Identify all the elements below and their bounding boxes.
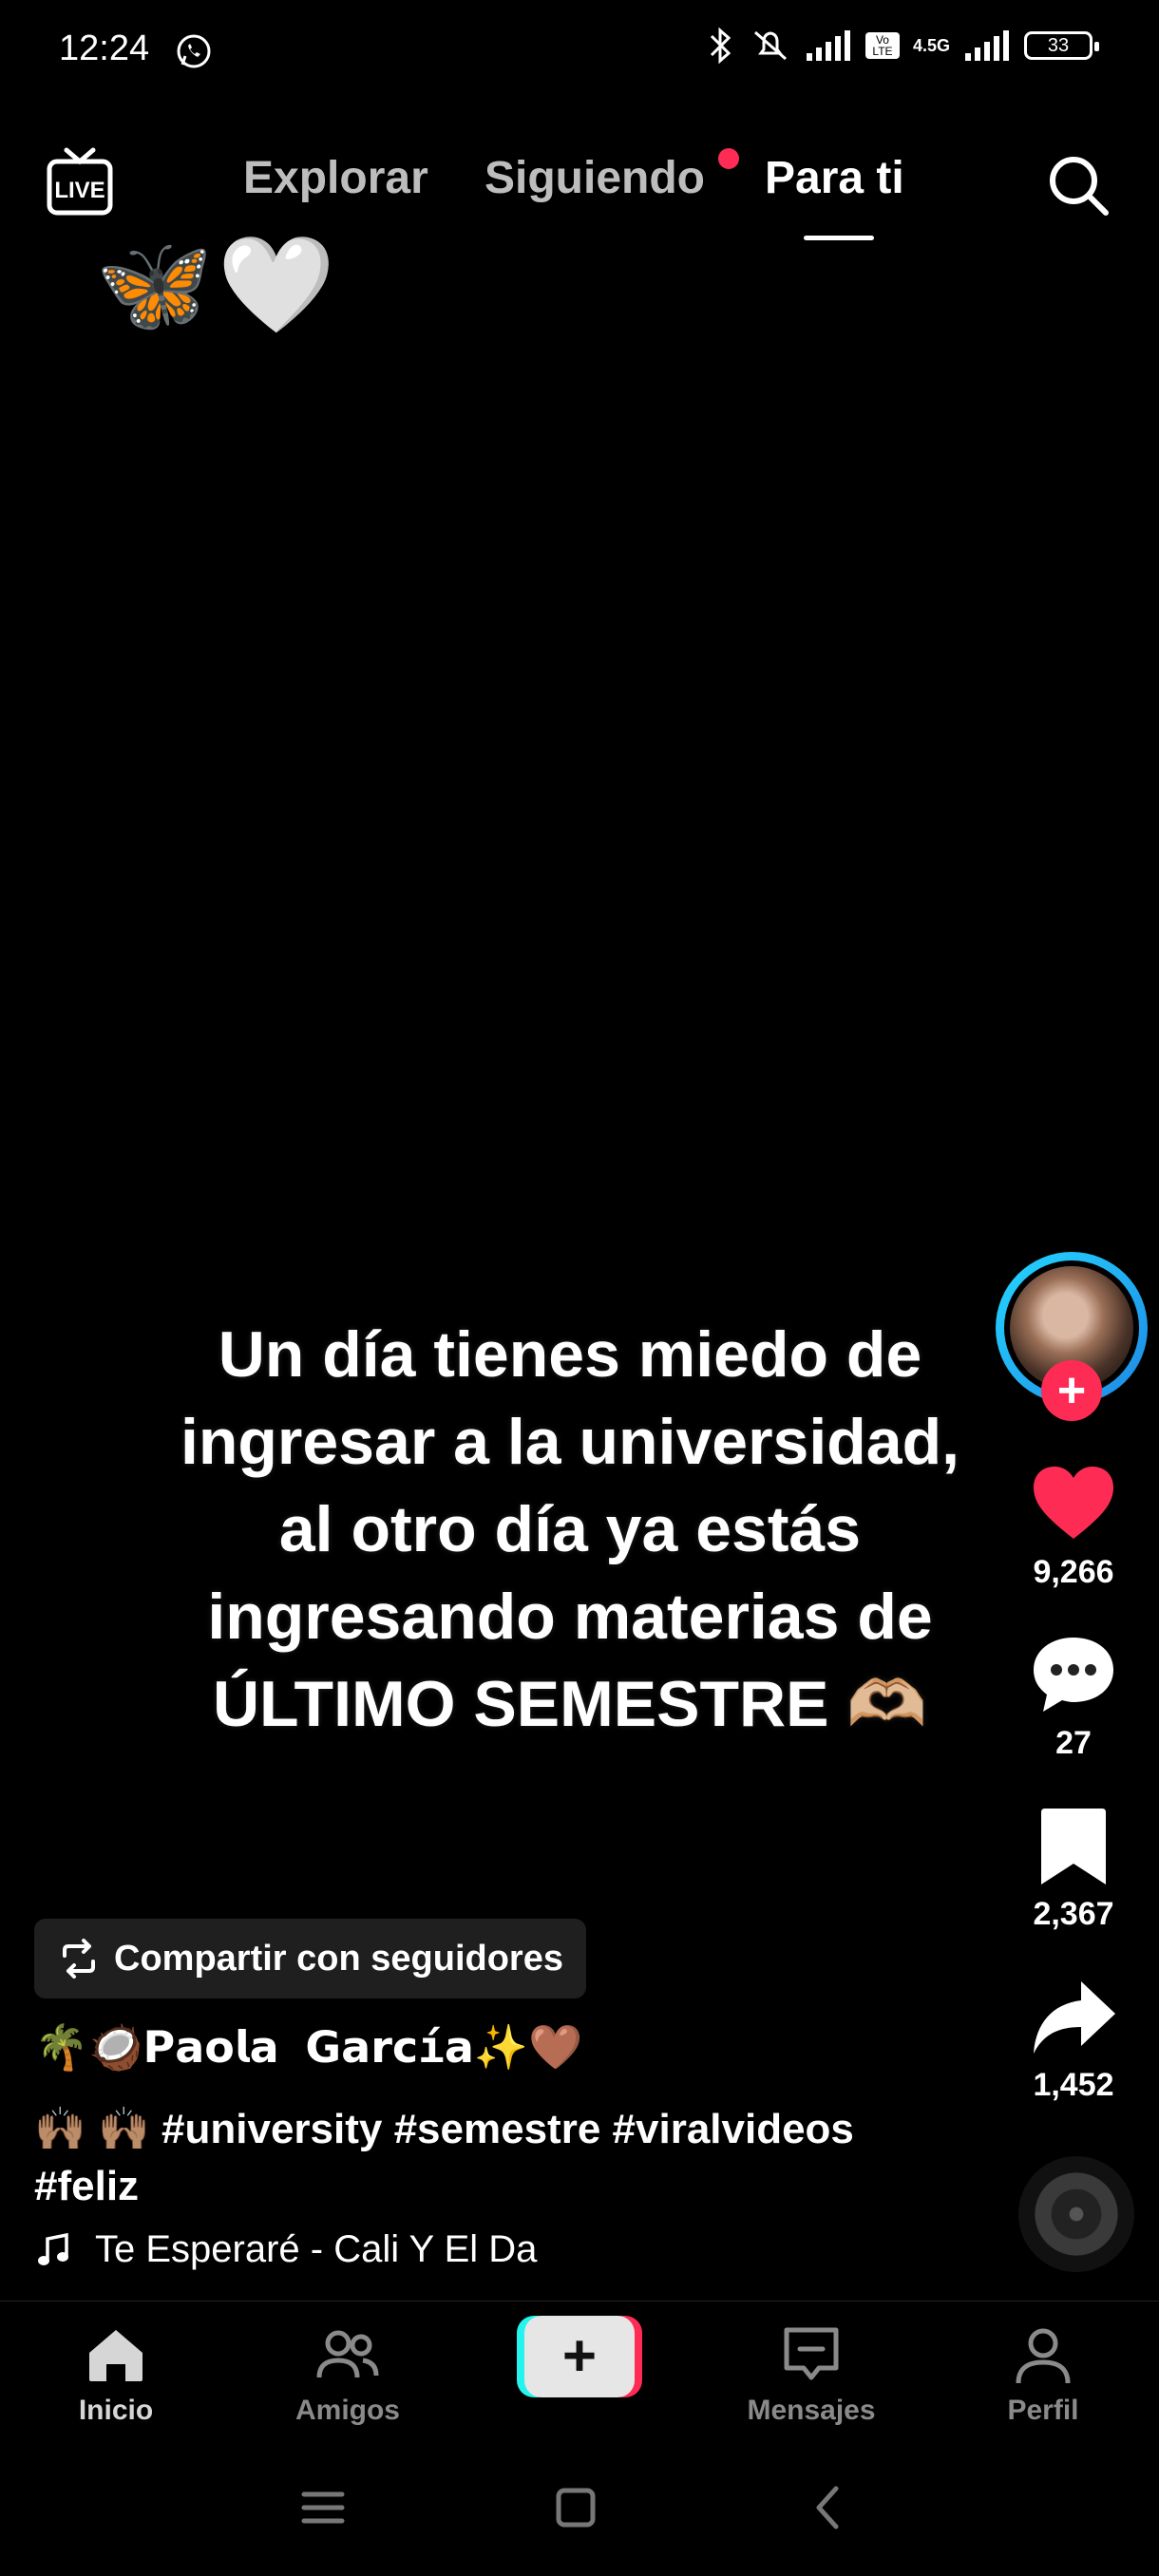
tab-para-ti[interactable]: Para ti [765,152,904,204]
status-icons: Vo LTE 4.5G 33 [704,27,1099,65]
tab-explorar[interactable]: Explorar [243,152,428,204]
volte-badge: Vo LTE [864,32,900,59]
comment-button[interactable]: 27 [998,1630,1150,1762]
author-name[interactable]: 🌴🥥𝗣𝗮𝗼𝗹𝗮 𝗚𝗮𝗿𝗰í𝗮✨🤎 [34,2021,582,2074]
nav-mensajes-label: Mensajes [747,2395,876,2426]
share-button[interactable]: 1,452 [998,1972,1150,2104]
signal-icon-2 [965,30,1009,61]
signal-icon [806,30,850,61]
create-button[interactable]: + [517,2316,642,2397]
nav-mensajes[interactable]: Mensajes [716,2320,906,2427]
nav-amigos-label: Amigos [294,2395,400,2426]
caption-line: ÚLTIMO SEMESTRE 🫶🏼 [212,1668,928,1740]
top-tabs: Explorar Siguiendo Para ti [0,152,1159,228]
battery-level: 33 [1047,34,1070,56]
notification-dot [718,148,739,169]
save-button[interactable]: 2,367 [998,1801,1150,1933]
battery-icon: 33 [1024,31,1099,60]
caption-line: ingresando materias de [207,1581,933,1653]
music-disc[interactable] [1018,2156,1134,2272]
nav-inicio[interactable]: Inicio [21,2320,211,2427]
comment-count: 27 [1055,1725,1092,1761]
active-tab-indicator [804,236,874,240]
share-pill-label: Compartir con seguidores [114,1938,563,1979]
status-time: 12:24 [59,28,150,68]
heart-icon [1034,1467,1113,1539]
music-title: Te Esperaré - Cali Y El Da [95,2228,538,2270]
share-arrow-icon [1034,1981,1115,2054]
mute-bell-icon [753,30,787,61]
nav-perfil[interactable]: Perfil [948,2320,1138,2427]
nav-perfil-label: Perfil [1007,2395,1079,2426]
repost-icon [63,1939,95,1979]
video-description[interactable]: 🙌🏽 🙌🏽 #university #semestre #viralvideos… [34,2101,946,2215]
friends-icon [316,2330,379,2378]
music-row[interactable]: Te Esperaré - Cali Y El Da [34,2228,566,2271]
nav-inicio-label: Inicio [78,2395,154,2426]
caption-line: al otro día ya estás [278,1493,862,1565]
save-count: 2,367 [1033,1896,1114,1932]
bookmark-icon [1041,1809,1106,1885]
caption-line: ingresar a la universidad, [180,1406,960,1478]
video-text-overlay: Un día tienes miedo de ingresar a la uni… [162,1311,978,1748]
follow-button[interactable]: + [1041,1360,1102,1421]
bluetooth-icon [710,27,732,65]
messages-icon [784,2327,839,2380]
comment-icon [1034,1638,1113,1712]
like-count: 9,266 [1033,1554,1114,1590]
home-icon [89,2330,142,2381]
video-overlay-emojis: 🦋🤍 [95,232,340,338]
network-type: 4.5G [912,35,950,55]
like-button[interactable]: 9,266 [998,1459,1150,1591]
nav-amigos[interactable]: Amigos [253,2320,443,2427]
plus-icon: + [524,2316,635,2397]
caption-line: Un día tienes miedo de [218,1318,922,1391]
menu-icon[interactable] [294,2479,352,2536]
home-square-icon[interactable] [547,2479,604,2536]
search-icon[interactable] [1043,150,1112,218]
tab-siguiendo[interactable]: Siguiendo [484,152,705,204]
back-icon[interactable] [800,2479,857,2536]
profile-icon [1016,2328,1071,2384]
share-count: 1,452 [1033,2067,1114,2103]
music-note-icon [38,2232,68,2265]
system-nav-bar [0,2460,1159,2555]
whatsapp-icon [177,34,211,68]
share-with-followers-button[interactable]: Compartir con seguidores [34,1919,586,1998]
